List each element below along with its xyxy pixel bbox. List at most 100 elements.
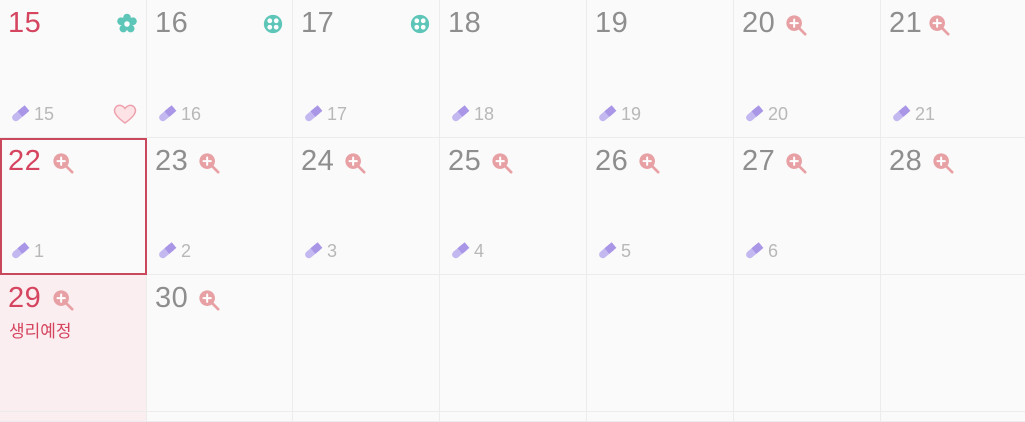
pill-icon: [9, 103, 31, 125]
pill-icon: [156, 103, 178, 125]
pill-record: 5: [596, 240, 631, 262]
pill-record: 2: [156, 240, 191, 262]
day-number: 28: [889, 145, 923, 177]
empty-cell: [440, 275, 587, 412]
zoom-plus-icon[interactable]: [638, 152, 660, 174]
day-cell-19[interactable]: 19 19: [587, 0, 734, 138]
zoom-plus-icon[interactable]: [932, 152, 954, 174]
day-number: 15: [8, 7, 42, 39]
empty-cell: [881, 412, 1025, 422]
pill-count: 2: [181, 240, 192, 261]
pill-icon: [596, 240, 618, 262]
day-number: 17: [301, 7, 335, 39]
zoom-plus-icon[interactable]: [928, 14, 950, 36]
pill-record: 18: [449, 103, 494, 125]
day-cell-20[interactable]: 20 20: [734, 0, 881, 138]
day-number: 18: [448, 7, 482, 39]
pill-icon: [743, 240, 765, 262]
day-number: 19: [595, 7, 629, 39]
flower-icon: [116, 13, 138, 35]
empty-cell: [293, 412, 440, 422]
pill-record: 15: [9, 103, 54, 125]
calendar-grid: 15 15 16 16 17 17 18 18 19 19 20 20 21 2…: [0, 0, 1025, 422]
empty-cell: [881, 275, 1025, 412]
day-number: 29: [8, 282, 42, 314]
pill-icon: [890, 103, 912, 125]
pill-count: 15: [34, 103, 55, 124]
pill-record: 16: [156, 103, 201, 125]
day-cell-15[interactable]: 15 15: [0, 0, 147, 138]
day-number: 22: [8, 145, 42, 177]
day-cell-27[interactable]: 27 6: [734, 138, 881, 275]
day-cell-24[interactable]: 24 3: [293, 138, 440, 275]
day-cell-17[interactable]: 17 17: [293, 0, 440, 138]
day-number: 26: [595, 145, 629, 177]
fertile-dots-icon: [409, 13, 431, 35]
day-cell-23[interactable]: 23 2: [147, 138, 293, 275]
pill-icon: [302, 240, 324, 262]
pill-record: 17: [302, 103, 347, 125]
day-cell-29[interactable]: 29 생리예정: [0, 275, 147, 412]
empty-cell: [734, 412, 881, 422]
pill-count: 19: [621, 103, 642, 124]
pill-count: 21: [915, 103, 936, 124]
pill-record: 3: [302, 240, 337, 262]
day-cell-22[interactable]: 22 1: [0, 138, 147, 275]
day-number: 21: [889, 7, 923, 39]
pill-record: 21: [890, 103, 935, 125]
pill-record: 1: [9, 240, 44, 262]
day-number: 16: [155, 7, 189, 39]
day-number: 30: [155, 282, 189, 314]
empty-cell: [734, 275, 881, 412]
heart-icon: [113, 104, 137, 124]
pill-count: 5: [621, 240, 632, 261]
empty-cell: [293, 275, 440, 412]
pill-icon: [596, 103, 618, 125]
day-cell-18[interactable]: 18 18: [440, 0, 587, 138]
pill-record: 6: [743, 240, 778, 262]
empty-cell: [587, 412, 734, 422]
day-number: 24: [301, 145, 335, 177]
empty-cell: [587, 275, 734, 412]
zoom-plus-icon[interactable]: [785, 152, 807, 174]
pill-count: 17: [327, 103, 348, 124]
pill-icon: [743, 103, 765, 125]
zoom-plus-icon[interactable]: [344, 152, 366, 174]
pill-count: 1: [34, 240, 45, 261]
pill-count: 3: [327, 240, 338, 261]
pill-count: 20: [768, 103, 789, 124]
zoom-plus-icon[interactable]: [491, 152, 513, 174]
day-cell-16[interactable]: 16 16: [147, 0, 293, 138]
pill-count: 18: [474, 103, 495, 124]
day-number: 27: [742, 145, 776, 177]
pill-icon: [302, 103, 324, 125]
pill-count: 4: [474, 240, 485, 261]
empty-cell: [0, 412, 147, 422]
pill-icon: [449, 103, 471, 125]
pill-icon: [9, 240, 31, 262]
pill-record: 20: [743, 103, 788, 125]
pill-icon: [449, 240, 471, 262]
day-cell-30[interactable]: 30: [147, 275, 293, 412]
pill-count: 6: [768, 240, 779, 261]
expected-period-label: 생리예정: [9, 322, 72, 341]
zoom-plus-icon[interactable]: [52, 152, 74, 174]
pill-count: 16: [181, 103, 202, 124]
zoom-plus-icon[interactable]: [52, 289, 74, 311]
zoom-plus-icon[interactable]: [198, 289, 220, 311]
fertile-dots-icon: [262, 13, 284, 35]
zoom-plus-icon[interactable]: [198, 152, 220, 174]
day-number: 25: [448, 145, 482, 177]
empty-cell: [440, 412, 587, 422]
pill-record: 4: [449, 240, 484, 262]
day-number: 23: [155, 145, 189, 177]
day-cell-28[interactable]: 28: [881, 138, 1025, 275]
day-number: 20: [742, 7, 776, 39]
empty-cell: [147, 412, 293, 422]
zoom-plus-icon[interactable]: [785, 14, 807, 36]
pill-record: 19: [596, 103, 641, 125]
day-cell-25[interactable]: 25 4: [440, 138, 587, 275]
day-cell-26[interactable]: 26 5: [587, 138, 734, 275]
day-cell-21[interactable]: 21 21: [881, 0, 1025, 138]
pill-icon: [156, 240, 178, 262]
